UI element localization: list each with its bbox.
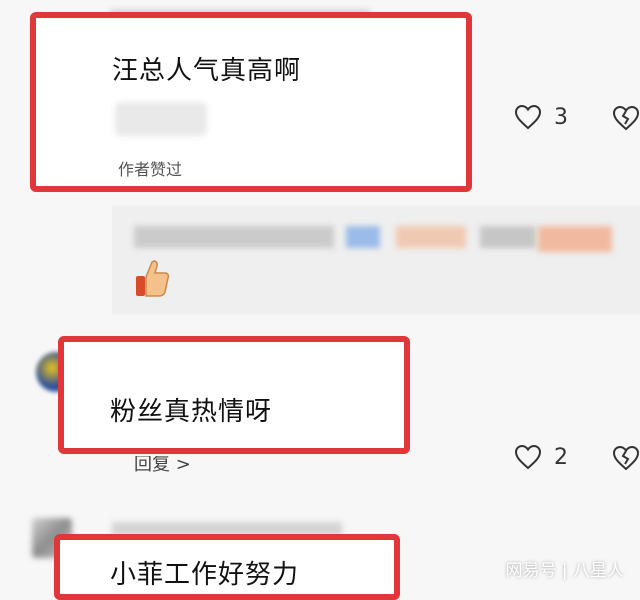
highlight-box — [30, 12, 472, 192]
reply-text-blurred — [538, 226, 612, 252]
author-liked-badge: 作者赞过 — [118, 160, 183, 179]
reply-link[interactable]: 回复 > — [134, 456, 191, 474]
heart-icon[interactable] — [514, 444, 542, 470]
reply-thread-block[interactable] — [112, 206, 640, 314]
watermark: 网易号 | 八星人 — [505, 561, 624, 581]
thumbs-up-emoji — [136, 260, 170, 297]
reply-text-blurred — [346, 226, 380, 248]
broken-heart-icon[interactable] — [612, 445, 640, 471]
broken-heart-icon[interactable] — [612, 105, 640, 131]
like-count: 2 — [554, 444, 568, 470]
heart-icon[interactable] — [514, 104, 542, 130]
like-stat[interactable]: 3 — [514, 104, 568, 130]
comment-text: 汪总人气真高啊 — [112, 56, 302, 86]
reply-text-blurred — [134, 226, 334, 248]
reply-chip-blurred[interactable] — [115, 102, 207, 136]
reply-text-blurred — [480, 226, 536, 248]
like-count: 3 — [554, 104, 568, 130]
reply-text-blurred — [396, 226, 466, 248]
comment-text: 粉丝真热情呀 — [110, 397, 273, 427]
comment-text: 小菲工作好努力 — [110, 560, 300, 590]
like-stat[interactable]: 2 — [514, 444, 568, 470]
